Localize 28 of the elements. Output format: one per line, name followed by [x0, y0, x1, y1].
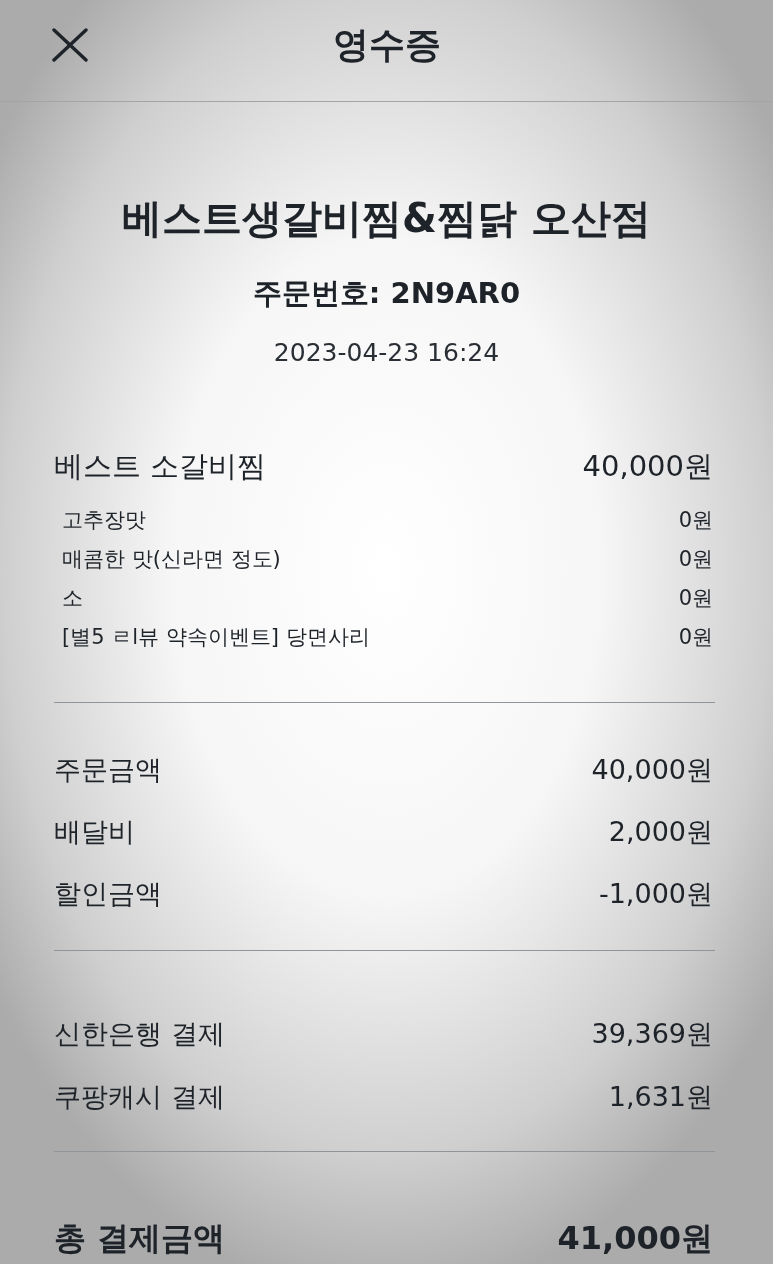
store-name: 베스트생갈비찜&찜닭 오산점	[122, 194, 651, 243]
summary-amount: -1,000원	[598, 877, 713, 911]
total-label: 총 결제금액	[54, 1218, 226, 1259]
summary-amount: 40,000원	[591, 753, 713, 787]
menu-item-price: 40,000원	[582, 448, 713, 485]
payment-label: 신한은행 결제	[54, 1017, 225, 1051]
screen-title: 영수증	[332, 22, 441, 67]
total-amount: 41,000원	[557, 1218, 713, 1259]
option-name: [별5 ㄹl뷰 약속이벤트] 당면사리	[62, 624, 370, 651]
summary-label: 배달비	[54, 815, 135, 849]
menu-item-name: 베스트 소갈비찜	[54, 448, 267, 485]
option-name: 고추장맛	[62, 507, 146, 534]
payment-amount: 1,631원	[608, 1080, 713, 1114]
summary-label: 주문금액	[54, 753, 162, 787]
payment-amount: 39,369원	[591, 1017, 713, 1051]
summary-label: 할인금액	[54, 877, 162, 911]
option-price: 0원	[678, 585, 713, 612]
option-price: 0원	[678, 624, 713, 651]
close-icon	[52, 28, 88, 62]
option-name: 매콤한 맛(신라면 정도)	[62, 546, 281, 573]
option-name: 소	[62, 585, 83, 612]
payment-label: 쿠팡캐시 결제	[54, 1080, 225, 1114]
close-button[interactable]	[50, 26, 90, 64]
summary-amount: 2,000원	[608, 815, 713, 849]
order-number: 주문번호: 2N9AR0	[252, 275, 521, 312]
order-date: 2023-04-23 16:24	[273, 337, 500, 369]
option-price: 0원	[678, 546, 713, 573]
option-price: 0원	[678, 507, 713, 534]
